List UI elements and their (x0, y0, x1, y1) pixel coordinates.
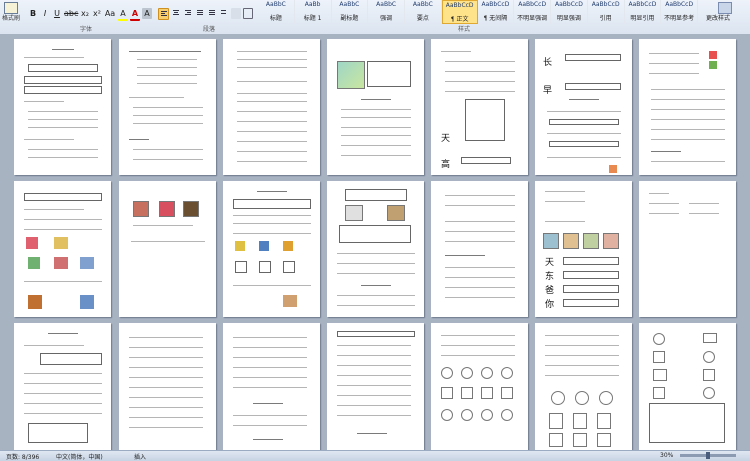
line-spacing-icon[interactable] (219, 8, 229, 19)
page-thumbnail[interactable] (223, 323, 320, 451)
page-thumbnail[interactable] (223, 181, 320, 317)
change-case-button[interactable]: Aa (104, 8, 116, 19)
page-thumbnail[interactable] (639, 39, 736, 175)
styles-gallery: AaBbC 标题 AaBb 标题 1 AaBbC 副标题 AaBbC 强调 AaBbC 要… (258, 0, 699, 24)
page-thumbnail[interactable] (119, 323, 216, 451)
status-bar: 页数: 8/396 中文(简体，中国) 插入 30% (0, 450, 750, 461)
format-painter-label[interactable]: 格式刷 (2, 13, 20, 22)
page-thumbnail[interactable]: 天 东 爸 你 (535, 181, 632, 317)
paragraph-buttons (158, 8, 253, 20)
style-intense-emphasis[interactable]: AaBbCcD 明显强调 (551, 0, 588, 24)
font-group-label: 字体 (80, 26, 93, 33)
document-workspace[interactable]: 天 高 长 早 天 东 爸 你 (0, 34, 750, 451)
page-thumbnail[interactable] (535, 323, 632, 451)
style-intense-quote[interactable]: AaBbCcD 明显引用 (625, 0, 662, 24)
align-right-icon[interactable] (183, 8, 193, 19)
style-subtle-reference[interactable]: AaBbCcD 不明显参考 (661, 0, 699, 24)
shading-icon[interactable] (231, 8, 241, 19)
page-thumbnail[interactable] (14, 39, 111, 175)
page-thumbnail[interactable] (639, 323, 736, 451)
align-center-icon[interactable] (171, 8, 181, 19)
styles-group-label: 样式 (458, 26, 471, 33)
style-strong[interactable]: AaBbC 要点 (405, 0, 442, 24)
page-thumbnail[interactable] (119, 181, 216, 317)
font-buttons: B I U abc x₂ x² Aa A A A (28, 8, 152, 21)
paragraph-group-label: 段落 (203, 26, 216, 33)
borders-icon[interactable] (243, 8, 253, 19)
style-quote[interactable]: AaBbCcD 引用 (588, 0, 625, 24)
character-shading-button[interactable]: A (142, 8, 152, 19)
page-thumbnail[interactable] (14, 323, 111, 451)
highlight-button[interactable]: A (118, 8, 128, 21)
page-thumbnail[interactable] (327, 181, 424, 317)
style-no-spacing[interactable]: AaBbCcD ¶ 无间隔 (478, 0, 515, 24)
page-thumbnail[interactable]: 天 高 (431, 39, 528, 175)
style-heading1[interactable]: AaBb 标题 1 (295, 0, 332, 24)
style-emphasis[interactable]: AaBbC 强调 (368, 0, 405, 24)
font-color-button[interactable]: A (130, 8, 140, 21)
page-thumbnail[interactable] (327, 39, 424, 175)
subscript-button[interactable]: x₂ (80, 8, 90, 19)
page-thumbnail[interactable] (119, 39, 216, 175)
page-thumbnail[interactable] (639, 181, 736, 317)
page-thumbnail[interactable] (14, 181, 111, 317)
page-thumbnail[interactable] (223, 39, 320, 175)
underline-button[interactable]: U (52, 8, 62, 19)
page-thumbnail[interactable] (431, 323, 528, 451)
style-subtle-emphasis[interactable]: AaBbCcD 不明显强调 (514, 0, 552, 24)
ribbon: 格式刷 B I U abc x₂ x² Aa A A A 字体 段落 AaBbC… (0, 0, 750, 35)
zoom-slider-thumb[interactable] (706, 452, 710, 459)
superscript-button[interactable]: x² (92, 8, 102, 19)
justify-icon[interactable] (195, 8, 205, 19)
page-thumbnail[interactable]: 长 早 (535, 39, 632, 175)
style-normal[interactable]: AaBbCcD ¶ 正文 (441, 0, 478, 24)
italic-button[interactable]: I (40, 8, 50, 19)
page-thumbnail[interactable] (431, 181, 528, 317)
align-left-icon[interactable] (158, 8, 169, 20)
style-title[interactable]: AaBbC 标题 (258, 0, 295, 24)
style-subtitle[interactable]: AaBbC 副标题 (332, 0, 369, 24)
change-styles-button[interactable]: 更改样式 (700, 0, 750, 24)
zoom-level[interactable]: 30% (660, 452, 673, 459)
page-thumbnail[interactable] (327, 323, 424, 451)
distributed-icon[interactable] (207, 8, 217, 19)
strikethrough-button[interactable]: abc (64, 8, 78, 19)
clipboard-group: 格式刷 (0, 0, 22, 34)
bold-button[interactable]: B (28, 8, 38, 19)
